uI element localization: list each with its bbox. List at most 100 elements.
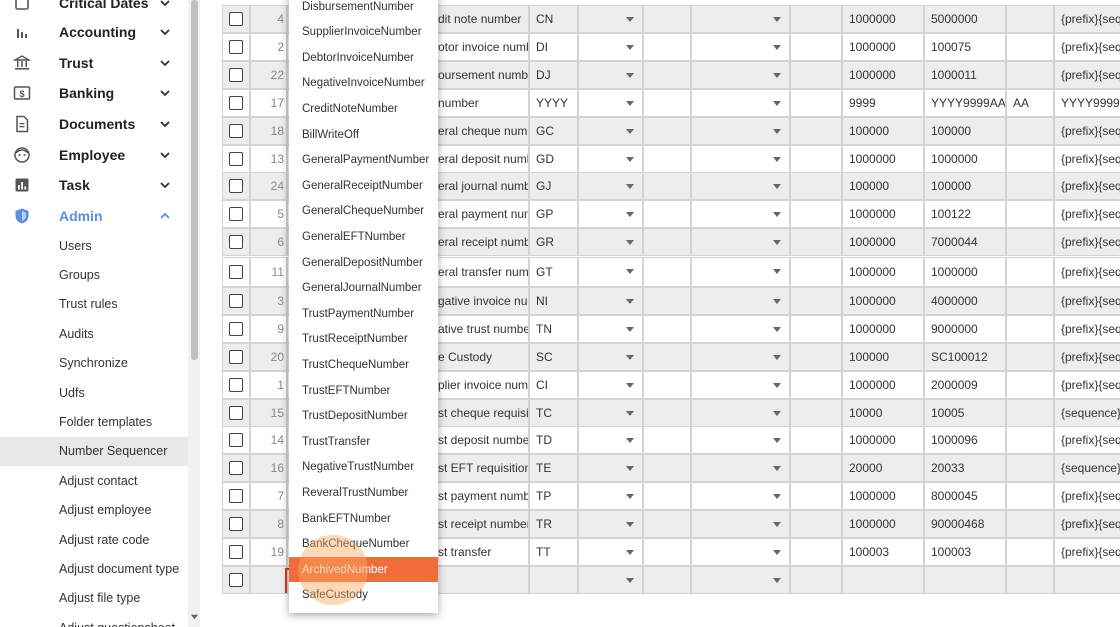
next-value-cell[interactable]: 1000000: [924, 257, 1006, 287]
prefix-cell[interactable]: GP: [529, 200, 578, 228]
empty-cell[interactable]: [790, 257, 842, 287]
empty-cell[interactable]: [643, 145, 691, 173]
chevron-down-icon[interactable]: [773, 494, 781, 499]
dropdown-option-bankchequenumber[interactable]: BankChequeNumber: [289, 532, 438, 557]
max-value-cell[interactable]: 100000: [842, 343, 924, 371]
chevron-down-icon[interactable]: [773, 269, 781, 274]
empty-cell[interactable]: [790, 566, 842, 594]
next-value-cell[interactable]: 7000044: [924, 228, 1006, 256]
empty-cell[interactable]: [790, 145, 842, 173]
chevron-down-icon[interactable]: [626, 578, 634, 583]
sidebar-subitem-adjust-document-type[interactable]: Adjust document type: [0, 554, 188, 583]
empty-cell[interactable]: [790, 315, 842, 343]
select-cell[interactable]: [578, 172, 643, 200]
chevron-down-icon[interactable]: [626, 466, 634, 471]
max-value-cell[interactable]: 100000: [842, 172, 924, 200]
sidebar-item-banking[interactable]: $ Banking: [0, 78, 188, 108]
empty-cell[interactable]: [790, 287, 842, 315]
format-cell[interactable]: {prefix}{sequ: [1054, 287, 1120, 315]
select-cell[interactable]: [578, 510, 643, 538]
max-value-cell[interactable]: 20000: [842, 454, 924, 482]
empty-cell[interactable]: [643, 315, 691, 343]
select-cell[interactable]: [691, 172, 790, 200]
prefix-cell[interactable]: TN: [529, 315, 578, 343]
select-cell[interactable]: [691, 61, 790, 89]
chevron-down-icon[interactable]: [158, 86, 172, 100]
row-checkbox[interactable]: [229, 12, 243, 26]
select-cell[interactable]: [578, 371, 643, 399]
empty-cell[interactable]: [790, 482, 842, 510]
row-checkbox[interactable]: [229, 322, 243, 336]
select-cell[interactable]: [578, 145, 643, 173]
prefix-cell[interactable]: TT: [529, 538, 578, 566]
suffix-cell[interactable]: [1006, 510, 1054, 538]
prefix-cell[interactable]: TE: [529, 454, 578, 482]
suffix-cell[interactable]: [1006, 315, 1054, 343]
prefix-cell[interactable]: TD: [529, 426, 578, 454]
select-cell[interactable]: [691, 482, 790, 510]
select-cell[interactable]: [578, 538, 643, 566]
empty-cell[interactable]: [790, 538, 842, 566]
chevron-down-icon[interactable]: [773, 383, 781, 388]
select-cell[interactable]: [578, 399, 643, 427]
max-value-cell[interactable]: 1000000: [842, 426, 924, 454]
format-cell[interactable]: {sequence}: [1054, 454, 1120, 482]
chevron-down-icon[interactable]: [773, 550, 781, 555]
select-cell[interactable]: [691, 510, 790, 538]
select-cell[interactable]: [578, 200, 643, 228]
row-checkbox[interactable]: [229, 489, 243, 503]
empty-cell[interactable]: [790, 371, 842, 399]
row-checkbox[interactable]: [229, 124, 243, 138]
format-cell[interactable]: {prefix}{sequ: [1054, 228, 1120, 256]
select-cell[interactable]: [578, 343, 643, 371]
chevron-down-icon[interactable]: [626, 45, 634, 50]
chevron-down-icon[interactable]: [773, 45, 781, 50]
next-value-cell[interactable]: 8000045: [924, 482, 1006, 510]
dropdown-option-negativetrustnumber[interactable]: NegativeTrustNumber: [289, 455, 438, 480]
max-value-cell[interactable]: 1000000: [842, 145, 924, 173]
empty-cell[interactable]: [643, 371, 691, 399]
sidebar-item-trust[interactable]: Trust: [0, 48, 188, 78]
suffix-cell[interactable]: [1006, 228, 1054, 256]
empty-cell[interactable]: [643, 343, 691, 371]
format-cell[interactable]: YYYY9999{s: [1054, 89, 1120, 117]
suffix-cell[interactable]: [1006, 5, 1054, 33]
dropdown-option-creditnotenumber[interactable]: CreditNoteNumber: [289, 96, 438, 121]
sidebar-item-employee[interactable]: Employee: [0, 140, 188, 170]
max-value-cell[interactable]: 1000000: [842, 33, 924, 61]
empty-cell[interactable]: [790, 5, 842, 33]
select-cell[interactable]: [691, 228, 790, 256]
empty-cell[interactable]: [790, 117, 842, 145]
max-value-cell[interactable]: 10000: [842, 399, 924, 427]
empty-cell[interactable]: [643, 510, 691, 538]
sidebar-subitem-trust-rules[interactable]: Trust rules: [0, 290, 188, 319]
prefix-cell[interactable]: GT: [529, 257, 578, 287]
sidebar-subitem-number-sequencer[interactable]: Number Sequencer: [0, 436, 188, 466]
sidebar-item-critical-dates[interactable]: Critical Dates: [0, 0, 188, 18]
select-cell[interactable]: [691, 89, 790, 117]
select-cell[interactable]: [691, 566, 790, 594]
row-checkbox[interactable]: [229, 96, 243, 110]
next-value-cell[interactable]: 20033: [924, 454, 1006, 482]
select-cell[interactable]: [691, 145, 790, 173]
row-checkbox[interactable]: [229, 433, 243, 447]
dropdown-option-supplierinvoicenumber[interactable]: SupplierInvoiceNumber: [289, 20, 438, 45]
chevron-down-icon[interactable]: [773, 212, 781, 217]
next-value-cell[interactable]: 90000468: [924, 510, 1006, 538]
empty-cell[interactable]: [643, 287, 691, 315]
row-checkbox[interactable]: [229, 152, 243, 166]
select-cell[interactable]: [578, 315, 643, 343]
select-cell[interactable]: [691, 257, 790, 287]
sequence-type-dropdown[interactable]: DisbursementNumber SupplierInvoiceNumber D…: [289, 0, 438, 613]
chevron-down-icon[interactable]: [626, 355, 634, 360]
select-cell[interactable]: [578, 89, 643, 117]
empty-cell[interactable]: [643, 200, 691, 228]
dropdown-option-safecustody[interactable]: SafeCustody: [289, 583, 438, 608]
row-checkbox[interactable]: [229, 350, 243, 364]
sidebar-item-task[interactable]: Task: [0, 170, 188, 200]
row-checkbox[interactable]: [229, 406, 243, 420]
next-value-cell[interactable]: 9000000: [924, 315, 1006, 343]
dropdown-option-negativeinvoicenumber[interactable]: NegativeInvoiceNumber: [289, 71, 438, 96]
chevron-down-icon[interactable]: [626, 184, 634, 189]
chevron-up-icon[interactable]: [158, 209, 172, 223]
